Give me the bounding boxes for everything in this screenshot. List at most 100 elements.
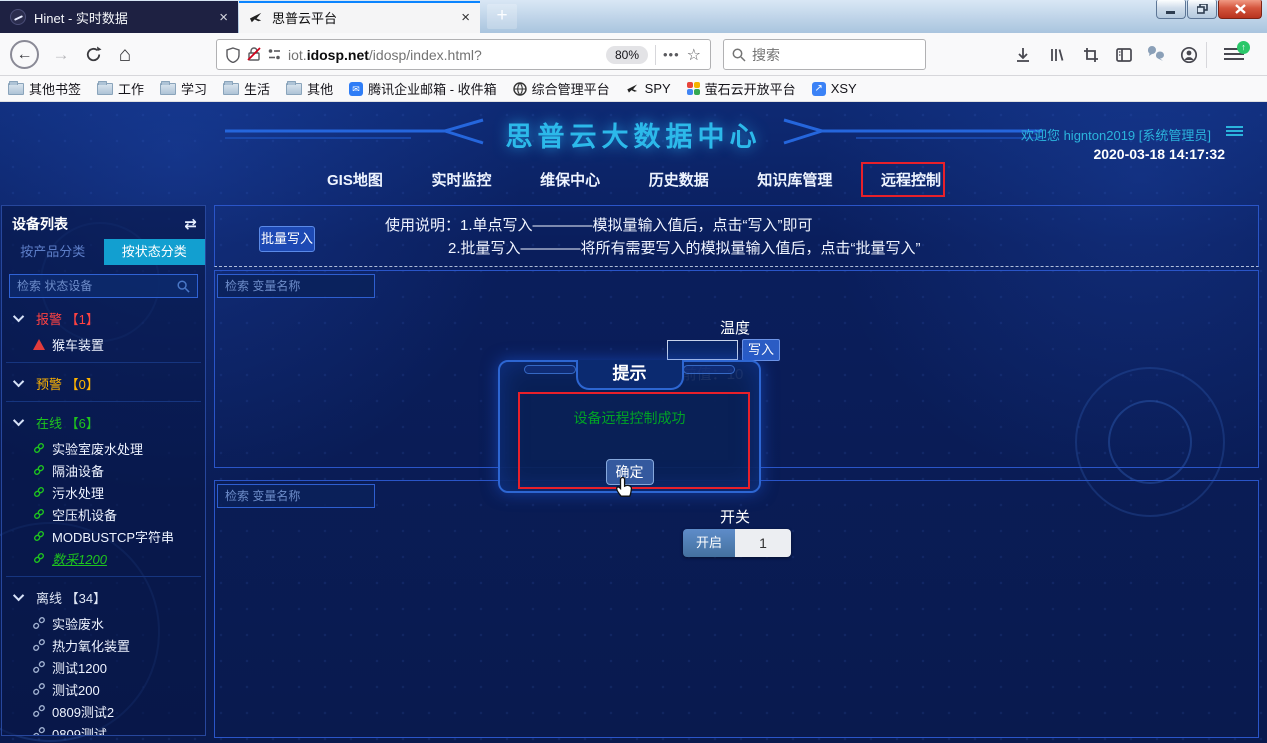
tab-by-product[interactable]: 按产品分类 (2, 239, 104, 265)
device-item[interactable]: 实验室废水处理 (2, 437, 205, 459)
device-item[interactable]: MODBUSTCP字符串 (2, 525, 205, 547)
write-button[interactable]: 写入 (742, 339, 780, 361)
url-text[interactable]: iot.idosp.net/idosp/index.html? (288, 47, 599, 63)
tab-close-icon[interactable]: × (219, 10, 228, 25)
switch-toggle[interactable]: 开启 1 (683, 529, 791, 557)
variable-search[interactable] (217, 484, 375, 508)
browser-tab-hinet[interactable]: Hinet - 实时数据 × (0, 1, 238, 33)
zoom-level-badge[interactable]: 80% (606, 46, 648, 64)
device-item[interactable]: 污水处理 (2, 481, 205, 503)
folder-icon (160, 83, 176, 95)
library-icon[interactable] (1046, 44, 1068, 66)
account-icon[interactable] (1178, 44, 1200, 66)
link-icon (33, 530, 45, 542)
restore-button[interactable] (1187, 0, 1217, 19)
device-item[interactable]: 空压机设备 (2, 503, 205, 525)
bookmark-folder[interactable]: 工作 (97, 79, 144, 98)
group-offline[interactable]: 离线 【34】 (2, 586, 205, 608)
update-badge-icon: ↑ (1237, 41, 1250, 54)
divider (655, 45, 656, 65)
device-item[interactable]: 热力氧化装置 (2, 634, 205, 656)
divider (6, 362, 201, 363)
broken-link-icon (33, 639, 45, 651)
device-item-alarm[interactable]: 猴车装置 (2, 333, 205, 355)
messages-icon[interactable] (1145, 44, 1167, 66)
bookmark-platform[interactable]: 综合管理平台 (513, 79, 610, 98)
download-icon[interactable] (1012, 44, 1034, 66)
nav-tab-history[interactable]: 历史数据 (647, 166, 711, 193)
link-icon (33, 464, 45, 476)
device-item[interactable]: 0809测试2 (2, 700, 205, 722)
switch-on-button[interactable]: 开启 (683, 529, 735, 557)
bookmark-folder[interactable]: 生活 (223, 79, 270, 98)
bookmark-star-icon[interactable]: ☆ (687, 45, 701, 65)
chevron-down-icon (13, 415, 24, 426)
device-item[interactable]: 0809测试 (2, 722, 205, 736)
bookmarks-bar: 其他书签 工作 学习 生活 其他 ✉腾讯企业邮箱 - 收件箱 综合管理平台 SP… (0, 76, 1267, 102)
link-icon (33, 508, 45, 520)
variable-search-input[interactable] (225, 279, 380, 293)
nav-tab-knowledge[interactable]: 知识库管理 (755, 166, 834, 193)
browser-tab-sipu[interactable]: 思普云平台 × (239, 1, 480, 33)
bookmark-mail[interactable]: ✉腾讯企业邮箱 - 收件箱 (349, 79, 497, 98)
temperature-value-input[interactable] (667, 340, 738, 360)
search-bar[interactable] (723, 39, 926, 70)
tab-by-status[interactable]: 按状态分类 (104, 239, 206, 265)
device-search-input[interactable] (17, 279, 177, 293)
device-item[interactable]: 测试1200 (2, 656, 205, 678)
broken-link-icon (33, 661, 45, 673)
bookmark-spy[interactable]: SPY (626, 81, 671, 96)
back-button[interactable]: ← (10, 40, 39, 69)
bookmark-folder[interactable]: 学习 (160, 79, 207, 98)
menu-list-icon[interactable] (1226, 126, 1243, 139)
mail-icon: ✉ (349, 82, 363, 96)
temperature-label: 温度 (675, 317, 795, 338)
bookmark-xsy[interactable]: ↗XSY (812, 81, 857, 96)
new-tab-button[interactable]: + (487, 4, 517, 29)
sidebar-title: 设备列表 (12, 214, 68, 234)
folder-icon (286, 83, 302, 95)
chevron-down-icon (13, 376, 24, 387)
device-item-selected[interactable]: 数采1200 (2, 547, 205, 569)
device-item[interactable]: 测试200 (2, 678, 205, 700)
annotation-box-dialog (518, 392, 750, 489)
link-icon (33, 442, 45, 454)
shield-icon[interactable] (226, 47, 240, 63)
device-search[interactable] (9, 274, 198, 298)
reload-icon[interactable] (80, 40, 106, 69)
sidebar-toggle-icon[interactable] (1113, 44, 1135, 66)
page-actions-icon[interactable]: ••• (663, 47, 680, 62)
permissions-icon[interactable] (268, 48, 281, 61)
address-bar[interactable]: iot.idosp.net/idosp/index.html? 80% ••• … (216, 39, 711, 70)
broken-link-icon (33, 683, 45, 695)
chevron-down-icon (13, 311, 24, 322)
search-input[interactable] (752, 47, 902, 63)
group-online[interactable]: 在线 【6】 (2, 411, 205, 433)
nav-tab-maintenance[interactable]: 维保中心 (538, 166, 602, 193)
insecure-lock-icon[interactable] (247, 47, 261, 62)
screenshot-icon[interactable] (1080, 44, 1102, 66)
tab-close-icon[interactable]: × (461, 10, 470, 25)
bookmark-folder[interactable]: 其他书签 (8, 79, 81, 98)
forward-button[interactable]: → (48, 40, 74, 69)
group-alarm[interactable]: 报警 【1】 (2, 307, 205, 329)
batch-write-button[interactable]: 批量写入 (259, 226, 315, 252)
bookmark-folder[interactable]: 其他 (286, 79, 333, 98)
nav-tab-gis[interactable]: GIS地图 (325, 166, 385, 193)
folder-icon (8, 83, 24, 95)
bookmark-ezviz[interactable]: 萤石云开放平台 (687, 79, 796, 98)
menu-button[interactable]: ↑ (1224, 45, 1244, 63)
device-item[interactable]: 实验废水 (2, 612, 205, 634)
variable-search[interactable] (217, 274, 375, 298)
home-button[interactable]: ⌂ (112, 40, 138, 69)
dialog-title: 提示 (576, 360, 684, 390)
group-warning[interactable]: 预警 【0】 (2, 372, 205, 394)
variable-search-input[interactable] (225, 489, 380, 503)
device-item[interactable]: 隔油设备 (2, 459, 205, 481)
usage-instructions: 使用说明：1.单点写入————模拟量输入值后，点击“写入”即可 2.批量写入——… (385, 214, 921, 260)
minimize-button[interactable] (1156, 0, 1186, 19)
nav-tab-realtime[interactable]: 实时监控 (429, 166, 493, 193)
swap-icon[interactable]: ⇄ (184, 215, 195, 233)
datetime-text: 2020-03-18 14:17:32 (1093, 146, 1225, 162)
close-button[interactable] (1218, 0, 1262, 19)
